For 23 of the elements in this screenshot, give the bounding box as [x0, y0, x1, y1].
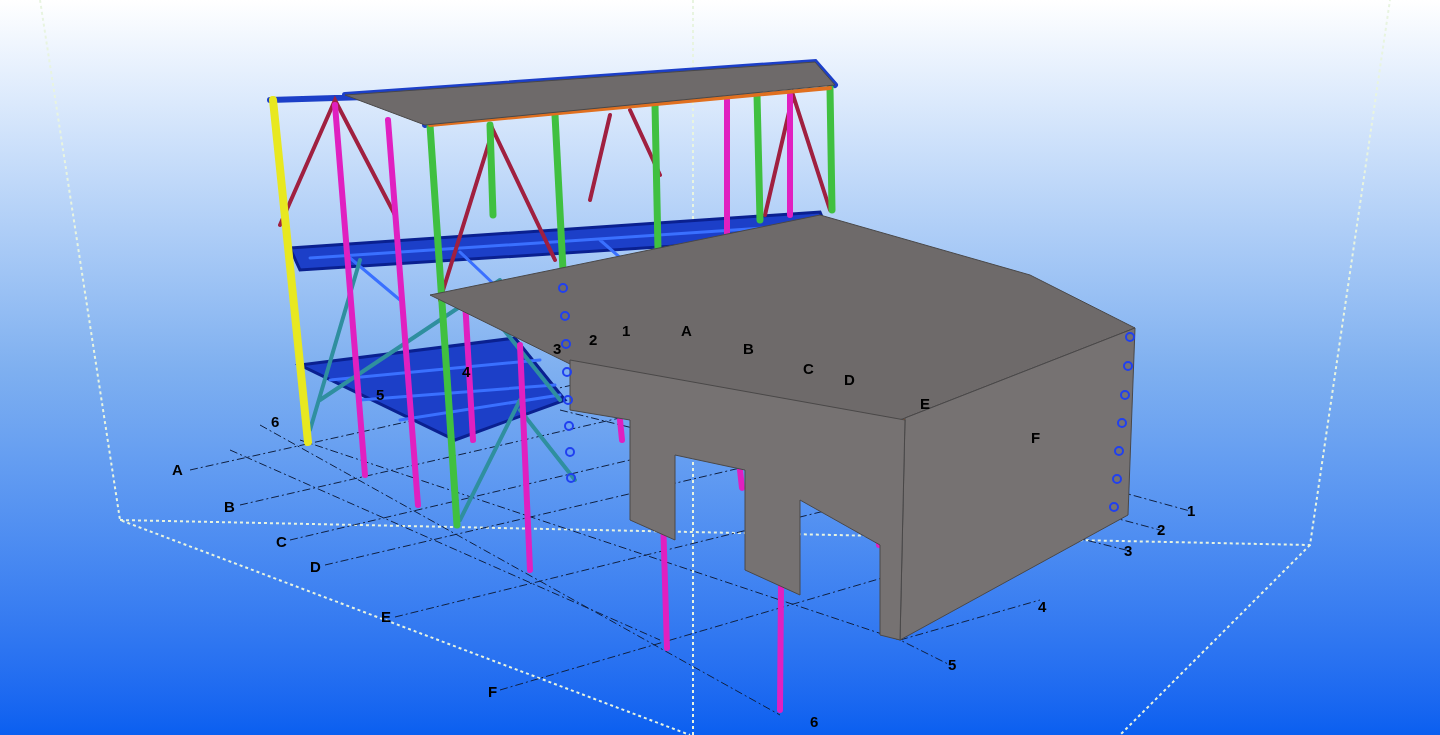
grid-label: 3	[553, 341, 562, 356]
grid-label: F	[488, 684, 498, 699]
grid-label: 1	[622, 323, 631, 338]
grid-label: 6	[810, 714, 819, 729]
grid-label: 6	[271, 414, 280, 429]
grid-label: A	[172, 462, 183, 477]
grid-label: 4	[1038, 599, 1047, 614]
grid-label: E	[381, 609, 391, 624]
grid-label: E	[920, 396, 930, 411]
grid-label: C	[276, 534, 287, 549]
grid-label: 2	[1157, 522, 1166, 537]
grid-label: F	[1031, 430, 1041, 445]
grid-label: D	[310, 559, 321, 574]
grid-label: A	[681, 323, 692, 338]
grid-label: 5	[948, 657, 957, 672]
grid-label: C	[803, 361, 814, 376]
grid-label: 1	[1187, 503, 1196, 518]
grid-label: B	[743, 341, 754, 356]
grid-label: 2	[589, 332, 598, 347]
grid-label: D	[844, 372, 855, 387]
grid-label: 3	[1124, 543, 1133, 558]
grid-label: 5	[376, 387, 385, 402]
grid-label: B	[224, 499, 235, 514]
